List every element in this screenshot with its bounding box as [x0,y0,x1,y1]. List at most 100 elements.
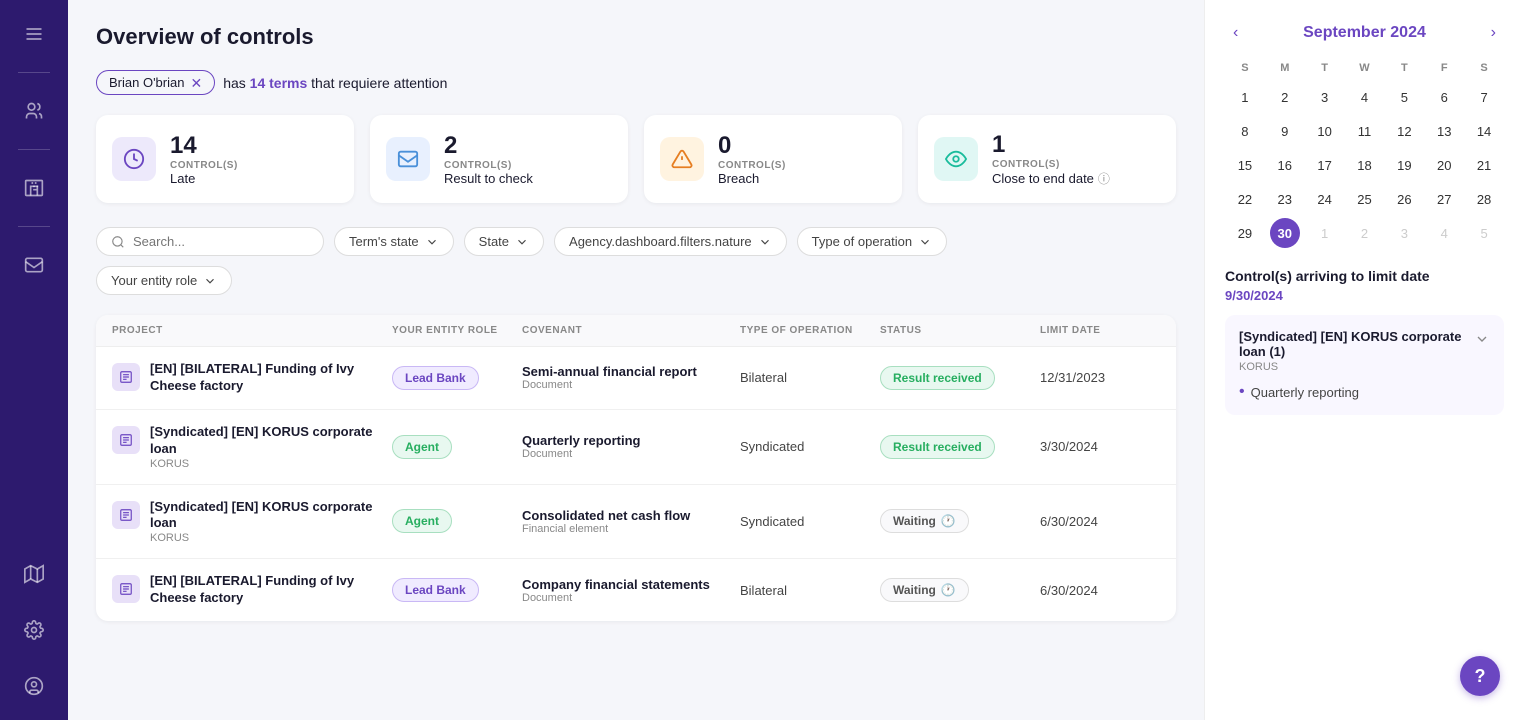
cal-day[interactable]: 5 [1469,218,1499,248]
covenant-type-4: Document [522,592,740,604]
cal-week-3: 15 16 17 18 19 20 21 [1225,150,1504,180]
chevron-down-icon-2 [515,235,529,249]
stat-sublabel-close: Close to end date ⓘ [992,170,1110,187]
terms-state-filter[interactable]: Term's state [334,227,454,256]
calendar-month-label: September 2024 [1303,24,1426,42]
cal-day[interactable]: 8 [1230,116,1260,146]
cal-day[interactable]: 2 [1349,218,1379,248]
cal-day[interactable]: 16 [1270,150,1300,180]
right-panel: ‹ September 2024 › S M T W T F S [1204,0,1524,720]
info-icon[interactable]: ⓘ [1098,170,1110,187]
project-name-2: [Syndicated] [EN] KORUS corporate loan [150,424,392,458]
covenant-name-4: Company financial statements [522,577,740,592]
arriving-loan-title: [Syndicated] [EN] KORUS corporate loan (… [1239,329,1474,359]
search-box[interactable] [96,227,324,256]
role-cell-3: Agent [392,509,522,533]
cal-day[interactable]: 18 [1349,150,1379,180]
cal-day[interactable]: 13 [1429,116,1459,146]
cal-day[interactable]: 3 [1310,82,1340,112]
status-badge-4: Waiting 🕐 [880,578,969,602]
cal-day[interactable]: 29 [1230,218,1260,248]
clock-small-icon: 🕐 [941,514,956,528]
page-title: Overview of controls [96,24,1176,50]
search-input[interactable] [133,234,309,249]
cal-day[interactable]: 9 [1270,116,1300,146]
map-icon[interactable] [16,556,52,592]
role-badge-4: Lead Bank [392,578,479,602]
cal-day[interactable]: 5 [1389,82,1419,112]
settings-icon[interactable] [16,612,52,648]
cal-day[interactable]: 4 [1429,218,1459,248]
role-cell-1: Lead Bank [392,366,522,390]
project-name-4: [EN] [BILATERAL] Funding of Ivy Cheese f… [150,573,392,607]
cal-day[interactable]: 24 [1310,184,1340,214]
cal-day[interactable]: 22 [1230,184,1260,214]
cal-day[interactable]: 12 [1389,116,1419,146]
table-row[interactable]: [EN] [BILATERAL] Funding of Ivy Cheese f… [96,559,1176,621]
op-type-2: Syndicated [740,439,880,454]
building-icon[interactable] [16,170,52,206]
stat-label-late: CONTROL(S) [170,160,238,171]
menu-icon[interactable] [16,16,52,52]
agency-filter[interactable]: Agency.dashboard.filters.nature [554,227,787,256]
calendar: ‹ September 2024 › S M T W T F S [1225,20,1504,248]
col-operation: TYPE OF OPERATION [740,325,880,336]
state-filter[interactable]: State [464,227,544,256]
covenant-type-2: Document [522,448,740,460]
table-row[interactable]: [Syndicated] [EN] KORUS corporate loan K… [96,485,1176,560]
entity-role-filter[interactable]: Your entity role [96,266,232,295]
cal-day[interactable]: 1 [1230,82,1260,112]
cal-day[interactable]: 19 [1389,150,1419,180]
help-button[interactable]: ? [1460,656,1500,696]
sidebar-divider [18,72,50,73]
stat-card-close[interactable]: 1 CONTROL(S) Close to end date ⓘ [918,115,1176,203]
cal-day[interactable]: 27 [1429,184,1459,214]
stat-card-breach[interactable]: 0 CONTROL(S) Breach [644,115,902,203]
content-area: Overview of controls Brian O'brian ✕ has… [68,0,1524,720]
sidebar [0,0,68,720]
cal-week-5: 29 30 1 2 3 4 5 [1225,218,1504,248]
expand-icon[interactable] [1474,331,1490,347]
user-circle-icon[interactable] [16,668,52,704]
cal-day[interactable]: 10 [1310,116,1340,146]
sidebar-divider-2 [18,149,50,150]
operation-filter[interactable]: Type of operation [797,227,947,256]
users-icon[interactable] [16,93,52,129]
cal-week-2: 8 9 10 11 12 13 14 [1225,116,1504,146]
mail-icon[interactable] [16,247,52,283]
cal-day[interactable]: 15 [1230,150,1260,180]
prev-month-button[interactable]: ‹ [1225,20,1246,46]
cal-day[interactable]: 7 [1469,82,1499,112]
cal-day-today[interactable]: 30 [1270,218,1300,248]
stat-card-result[interactable]: 2 CONTROL(S) Result to check [370,115,628,203]
col-role: YOUR ENTITY ROLE [392,325,522,336]
cal-day[interactable]: 23 [1270,184,1300,214]
next-month-button[interactable]: › [1483,20,1504,46]
covenant-cell-3: Consolidated net cash flow Financial ele… [522,508,740,535]
cal-day[interactable]: 14 [1469,116,1499,146]
role-cell-4: Lead Bank [392,578,522,602]
user-tag-close[interactable]: ✕ [190,76,202,90]
table-row[interactable]: [Syndicated] [EN] KORUS corporate loan K… [96,410,1176,485]
user-tag[interactable]: Brian O'brian ✕ [96,70,215,95]
cal-day[interactable]: 1 [1310,218,1340,248]
cal-day[interactable]: 20 [1429,150,1459,180]
cal-day[interactable]: 25 [1349,184,1379,214]
stat-sublabel-breach: Breach [718,171,786,186]
cal-day[interactable]: 6 [1429,82,1459,112]
cal-day[interactable]: 28 [1469,184,1499,214]
stat-number-breach: 0 [718,132,786,160]
project-icon-1 [112,363,140,391]
cal-day[interactable]: 2 [1270,82,1300,112]
stat-card-late[interactable]: 14 CONTROL(S) Late [96,115,354,203]
cal-day[interactable]: 21 [1469,150,1499,180]
table-row[interactable]: [EN] [BILATERAL] Funding of Ivy Cheese f… [96,347,1176,410]
cal-day[interactable]: 26 [1389,184,1419,214]
cal-day[interactable]: 3 [1389,218,1419,248]
cal-day[interactable]: 17 [1310,150,1340,180]
op-type-1: Bilateral [740,370,880,385]
cal-day[interactable]: 4 [1349,82,1379,112]
clock-small-icon-2: 🕐 [941,583,956,597]
cal-day[interactable]: 11 [1349,116,1379,146]
user-tag-label: Brian O'brian [109,75,184,90]
